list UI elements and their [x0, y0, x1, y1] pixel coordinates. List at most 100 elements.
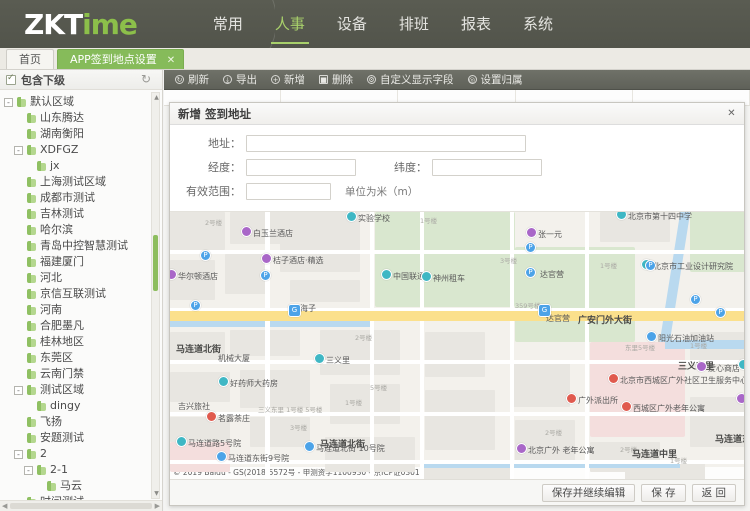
- map-poi-label: 北京市工业设计研究院: [653, 261, 733, 272]
- map-poi-pin[interactable]: [608, 373, 619, 384]
- tree-vertical-scrollbar[interactable]: ▲ ▼: [151, 92, 160, 499]
- map-poi-pin[interactable]: [346, 211, 357, 222]
- map-poi-pin[interactable]: [381, 269, 392, 280]
- map-poi-pin[interactable]: [621, 401, 632, 412]
- nav-item-1[interactable]: 人事: [259, 0, 321, 48]
- tree-node[interactable]: 河南: [4, 302, 162, 318]
- tree-node[interactable]: 安题测试: [4, 430, 162, 446]
- map-poi-pin[interactable]: [696, 361, 707, 372]
- nav-item-3[interactable]: 排班: [383, 0, 445, 48]
- map-poi-pin[interactable]: [738, 359, 744, 370]
- nav-item-0[interactable]: 常用: [197, 0, 259, 48]
- map-poi-pin[interactable]: [241, 226, 252, 237]
- map-poi-pin[interactable]: [261, 253, 272, 264]
- scroll-up-icon[interactable]: ▲: [153, 94, 160, 101]
- include-sub-checkbox[interactable]: [6, 75, 16, 85]
- map-poi-pin[interactable]: [646, 331, 657, 342]
- nav-item-4[interactable]: 报表: [445, 0, 507, 48]
- refresh-icon[interactable]: ↻: [141, 73, 154, 86]
- toolbar-button-4[interactable]: ⚙自定义显示字段: [360, 70, 461, 90]
- scroll-down-icon[interactable]: ▼: [153, 490, 160, 497]
- map-poi-pin[interactable]: [526, 227, 537, 238]
- tree-node[interactable]: 云南门禁: [4, 366, 162, 382]
- map-parking-pin[interactable]: P: [525, 267, 536, 278]
- map-poi-pin[interactable]: [218, 376, 229, 387]
- baidu-map[interactable]: Bai 度 地图 © 2019 Baidu - GS(2018)5572号 - …: [170, 211, 744, 479]
- save-button[interactable]: 保 存: [641, 484, 685, 502]
- tree-node[interactable]: 吉林测试: [4, 206, 162, 222]
- map-parking-pin[interactable]: P: [190, 300, 201, 311]
- scroll-left-icon[interactable]: ◀: [2, 502, 7, 510]
- tree-node-label: 山东腾达: [40, 110, 84, 126]
- map-poi-pin[interactable]: [216, 451, 227, 462]
- tree-node[interactable]: 山东腾达: [4, 110, 162, 126]
- map-parking-pin[interactable]: P: [200, 250, 211, 261]
- close-icon[interactable]: ✕: [725, 107, 738, 120]
- scrollbar-thumb-h[interactable]: [10, 503, 151, 509]
- nav-item-5[interactable]: 系统: [507, 0, 569, 48]
- map-parking-pin[interactable]: P: [260, 270, 271, 281]
- longitude-field[interactable]: [246, 159, 356, 176]
- tree-node[interactable]: 成都市测试: [4, 190, 162, 206]
- toolbar-button-3[interactable]: ■删除: [312, 70, 360, 90]
- map-poi-pin[interactable]: [421, 271, 432, 282]
- scroll-right-icon[interactable]: ▶: [155, 502, 160, 510]
- range-field[interactable]: [246, 183, 331, 200]
- app-logo[interactable]: ZKTime: [24, 8, 137, 41]
- department-tree[interactable]: -默认区域山东腾达湖南衡阳-XDFGZjx上海测试区域成都市测试吉林测试哈尔滨青…: [0, 90, 162, 500]
- tree-node[interactable]: dingy: [4, 398, 162, 414]
- tree-horizontal-scrollbar[interactable]: ◀ ▶: [0, 500, 162, 511]
- toolbar-button-2[interactable]: +新增: [264, 70, 312, 90]
- tree-node[interactable]: 飞扬: [4, 414, 162, 430]
- tree-node[interactable]: 河北: [4, 270, 162, 286]
- map-subway-pin[interactable]: G: [288, 304, 301, 317]
- tab-0[interactable]: 首页: [6, 49, 54, 69]
- tree-node[interactable]: -XDFGZ: [4, 142, 162, 158]
- map-poi-pin[interactable]: [206, 411, 217, 422]
- close-icon[interactable]: ✕: [167, 55, 175, 66]
- scrollbar-thumb[interactable]: [153, 235, 158, 292]
- map-poi-pin[interactable]: [566, 393, 577, 404]
- map-parking-pin[interactable]: P: [525, 242, 536, 253]
- toolbar-button-5[interactable]: ◎设置归属: [461, 70, 530, 90]
- tree-node[interactable]: -测试区域: [4, 382, 162, 398]
- toolbar-button-1[interactable]: ⤓导出: [216, 70, 264, 90]
- tree-node[interactable]: 福建厦门: [4, 254, 162, 270]
- tree-node[interactable]: 合肥墨凡: [4, 318, 162, 334]
- latitude-field[interactable]: [432, 159, 542, 176]
- tree-collapse-icon[interactable]: -: [14, 146, 23, 155]
- map-parking-pin[interactable]: P: [645, 260, 656, 271]
- save-continue-button[interactable]: 保存并继续编辑: [542, 484, 636, 502]
- nav-item-2[interactable]: 设备: [321, 0, 383, 48]
- map-poi-pin[interactable]: [516, 443, 527, 454]
- toolbar-button-0[interactable]: ↻刷新: [168, 70, 216, 90]
- tree-node[interactable]: 马云: [4, 478, 162, 494]
- tree-node[interactable]: 东莞区: [4, 350, 162, 366]
- tree-node[interactable]: 青岛中控智慧测试: [4, 238, 162, 254]
- tree-collapse-icon[interactable]: -: [4, 98, 13, 107]
- tree-node[interactable]: 湖南衡阳: [4, 126, 162, 142]
- tree-node[interactable]: 桂林地区: [4, 334, 162, 350]
- map-poi-pin[interactable]: [314, 353, 325, 364]
- tree-node-label: 东莞区: [40, 350, 73, 366]
- map-poi-pin[interactable]: [304, 441, 315, 452]
- map-parking-pin[interactable]: P: [715, 307, 726, 318]
- tab-1[interactable]: APP签到地点设置✕: [57, 49, 184, 69]
- tree-node[interactable]: 上海测试区域: [4, 174, 162, 190]
- tree-collapse-icon[interactable]: -: [24, 466, 33, 475]
- map-poi-pin[interactable]: [736, 393, 744, 404]
- tree-node[interactable]: -2-1: [4, 462, 162, 478]
- tree-collapse-icon[interactable]: -: [14, 450, 23, 459]
- tree-node[interactable]: -默认区域: [4, 94, 162, 110]
- tree-node[interactable]: 京信互联测试: [4, 286, 162, 302]
- map-poi-pin[interactable]: [176, 436, 187, 447]
- tree-collapse-icon[interactable]: -: [14, 386, 23, 395]
- address-field[interactable]: [246, 135, 526, 152]
- map-subway-pin[interactable]: G: [538, 304, 551, 317]
- map-block: [425, 390, 495, 450]
- map-parking-pin[interactable]: P: [690, 294, 701, 305]
- tree-node[interactable]: jx: [4, 158, 162, 174]
- tree-node[interactable]: 哈尔滨: [4, 222, 162, 238]
- tree-node[interactable]: -2: [4, 446, 162, 462]
- back-button[interactable]: 返 回: [692, 484, 736, 502]
